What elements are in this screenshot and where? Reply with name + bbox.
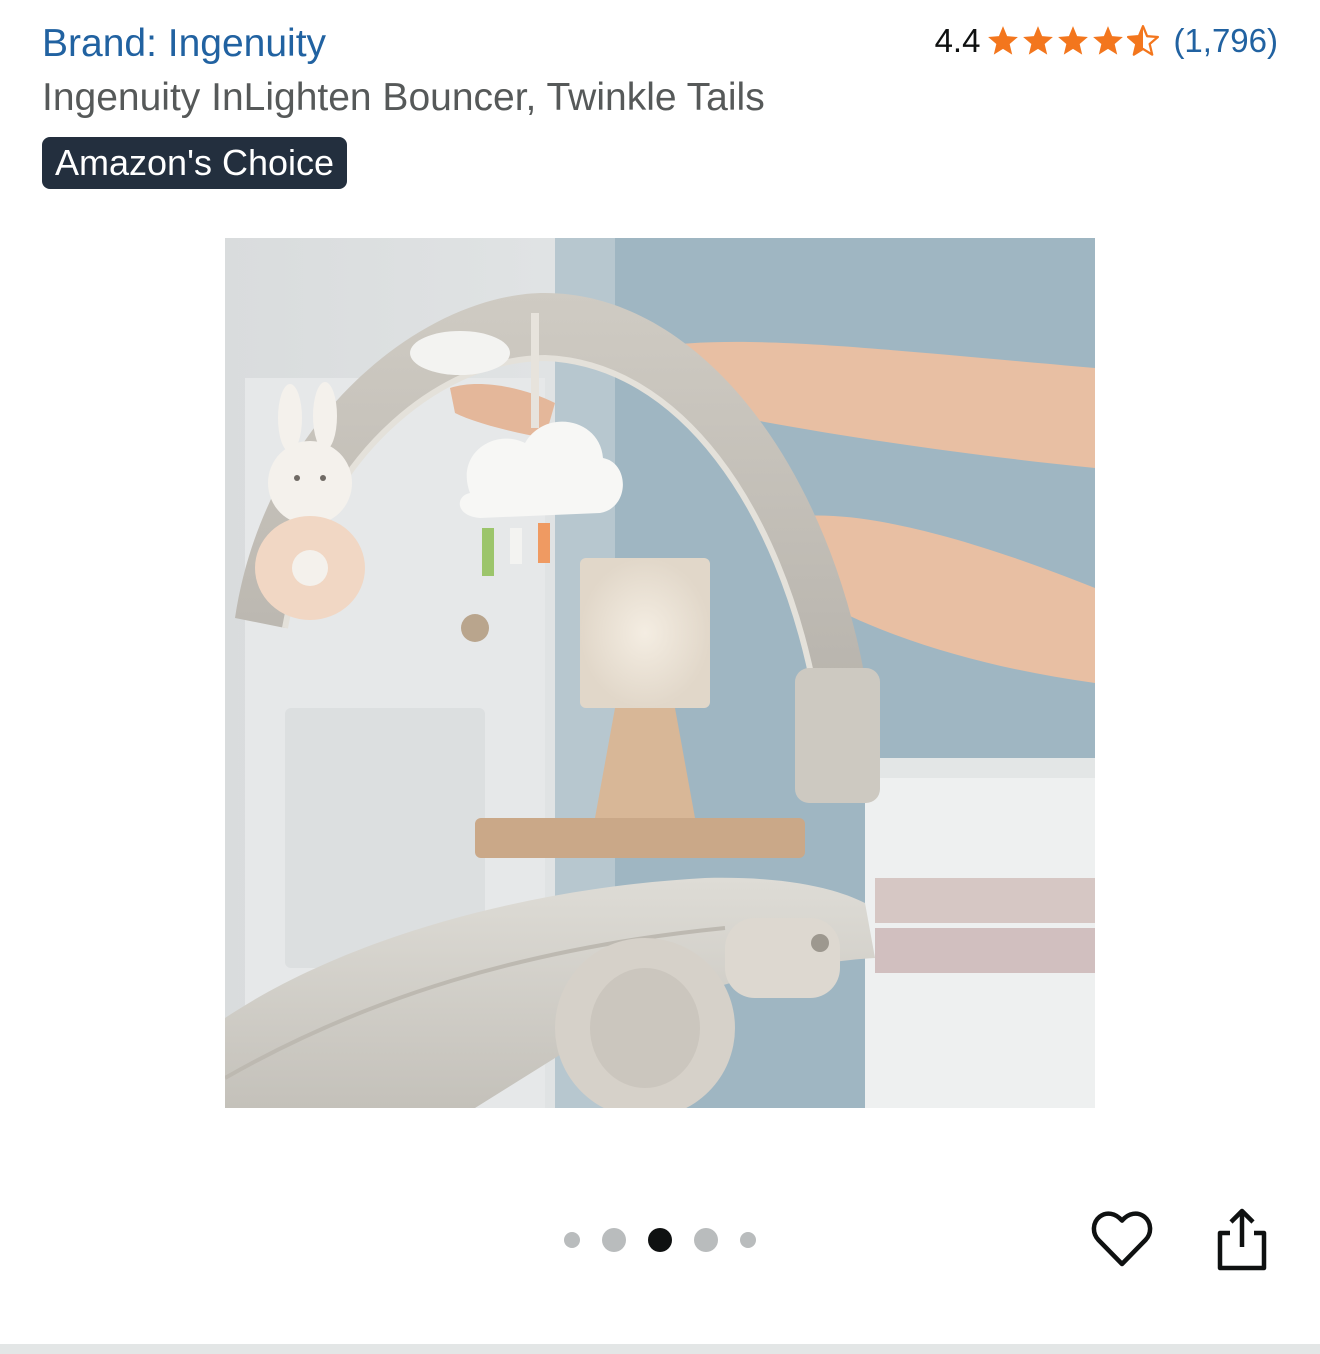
star-rating bbox=[986, 24, 1161, 58]
rating-summary[interactable]: 4.4 (1,796) bbox=[935, 16, 1278, 66]
heart-icon bbox=[1091, 1211, 1153, 1267]
product-image[interactable] bbox=[225, 238, 1095, 1108]
product-title: Ingenuity InLighten Bouncer, Twinkle Tai… bbox=[42, 76, 765, 119]
carousel-dot-active[interactable] bbox=[648, 1228, 672, 1252]
carousel-dot[interactable] bbox=[694, 1228, 718, 1252]
bouncer-product-photo bbox=[225, 238, 1095, 1108]
carousel-dot[interactable] bbox=[740, 1232, 756, 1248]
star-full-icon bbox=[1093, 26, 1124, 55]
share-button[interactable] bbox=[1210, 1207, 1274, 1273]
star-half-icon bbox=[1127, 24, 1160, 56]
brand-link[interactable]: Brand: Ingenuity bbox=[42, 18, 326, 70]
star-full-icon bbox=[988, 26, 1019, 55]
review-count-link[interactable]: (1,796) bbox=[1173, 22, 1278, 60]
rating-value: 4.4 bbox=[934, 22, 981, 59]
wishlist-button[interactable] bbox=[1090, 1207, 1154, 1271]
section-divider bbox=[0, 1344, 1320, 1354]
carousel-indicator bbox=[540, 1220, 780, 1260]
carousel-dot[interactable] bbox=[564, 1232, 580, 1248]
star-full-icon bbox=[1023, 26, 1054, 55]
carousel-dot[interactable] bbox=[602, 1228, 626, 1252]
star-full-icon bbox=[1058, 26, 1089, 55]
share-icon bbox=[1217, 1208, 1267, 1271]
amazons-choice-badge: Amazon's Choice bbox=[42, 137, 347, 189]
